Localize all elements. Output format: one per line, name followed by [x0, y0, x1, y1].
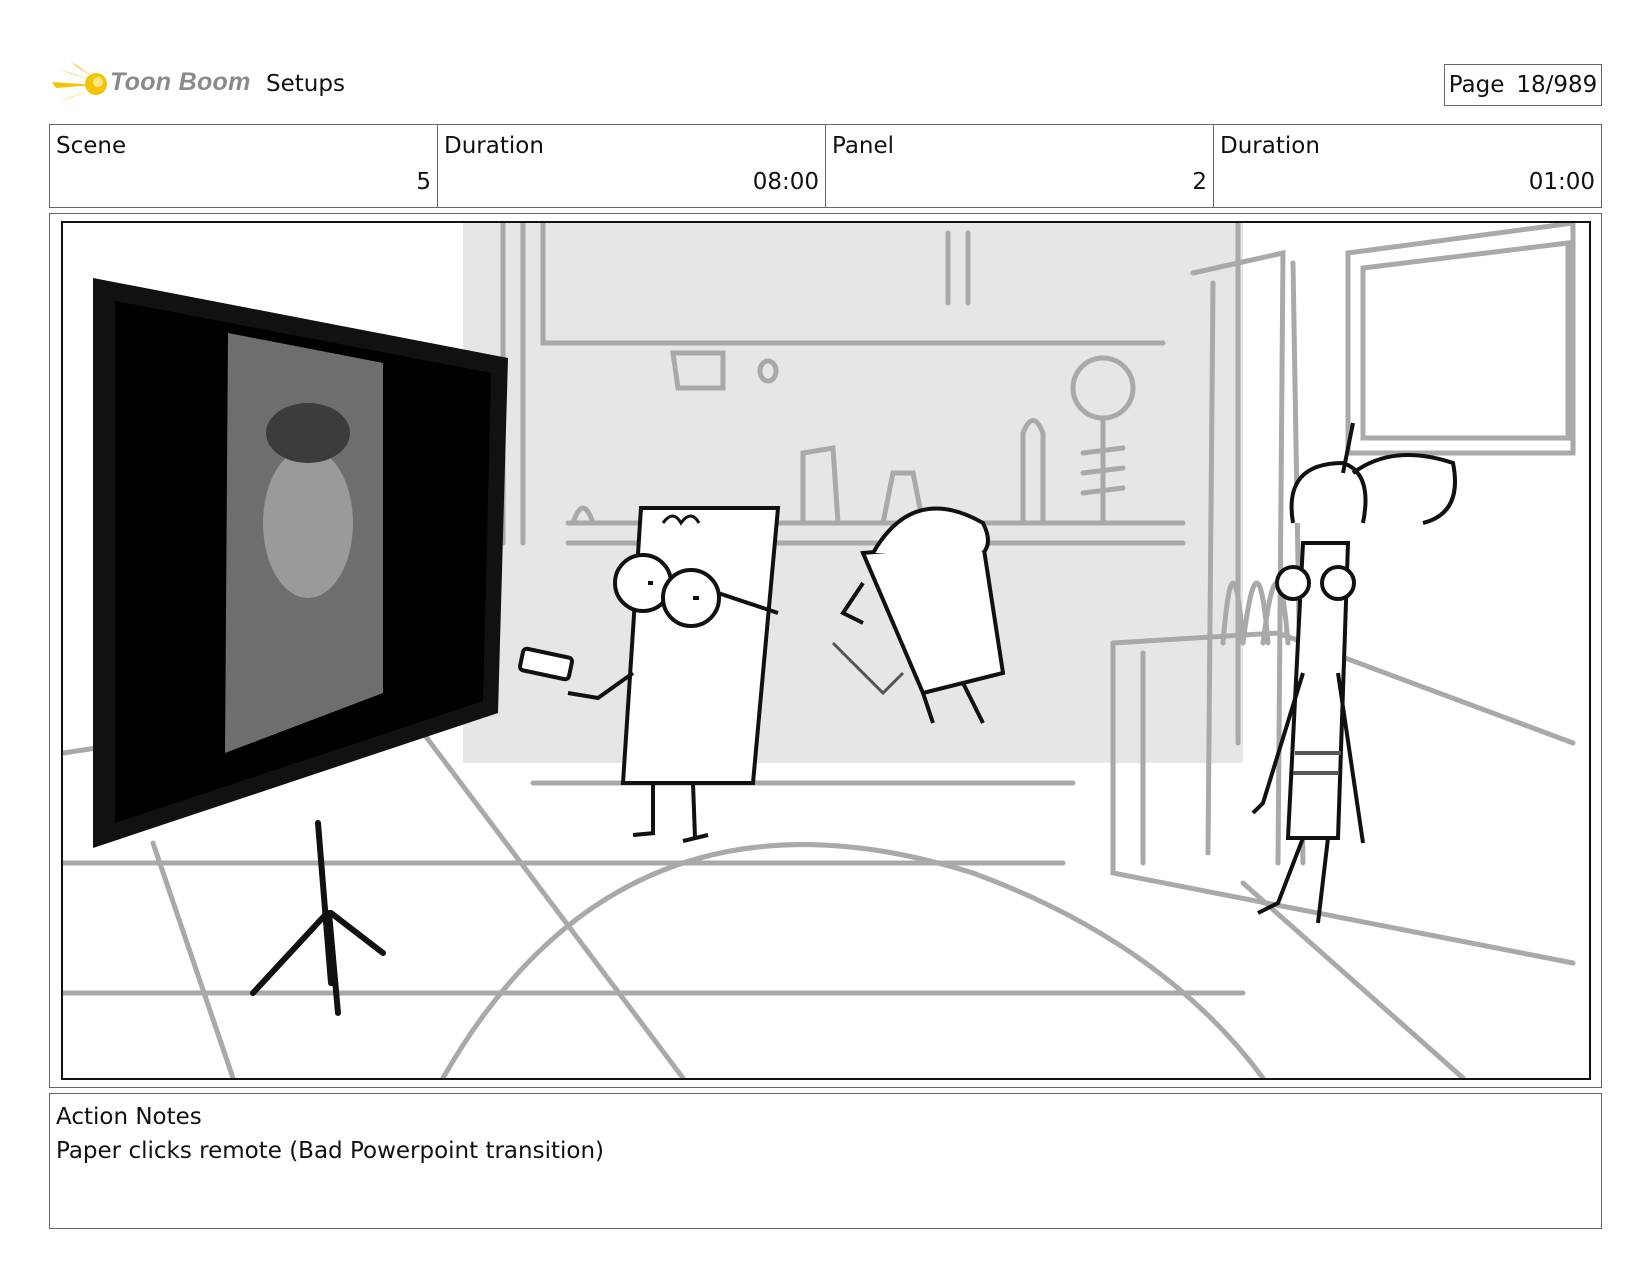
action-notes-text: Paper clicks remote (Bad Powerpoint tran…	[56, 1138, 605, 1164]
tv-stand	[250, 820, 386, 1016]
scene-cell: Scene 5	[50, 125, 438, 207]
panel-duration-cell: Duration 01:00	[1214, 125, 1601, 207]
panel-duration-label: Duration	[1220, 133, 1320, 159]
scene-duration-cell: Duration 08:00	[438, 125, 826, 207]
scene-duration-label: Duration	[444, 133, 544, 159]
scene-info-table: Scene 5 Duration 08:00 Panel 2 Duration …	[49, 124, 1602, 208]
action-notes-box: Action Notes Paper clicks remote (Bad Po…	[49, 1093, 1602, 1229]
panel-duration-value: 01:00	[1528, 169, 1595, 195]
document-title: Setups	[266, 71, 345, 97]
logo-spark-icon	[52, 62, 107, 102]
storyboard-panel	[61, 221, 1591, 1080]
logo-text: Toon Boom	[110, 68, 251, 96]
storyboard-sketch	[63, 223, 1576, 1078]
scene-label: Scene	[56, 133, 127, 159]
panel-label: Panel	[832, 133, 895, 159]
scene-value: 5	[416, 169, 431, 195]
back-wall	[463, 223, 1243, 763]
page-label: Page	[1448, 72, 1505, 98]
scene-duration-value: 08:00	[752, 169, 819, 195]
panel-cell: Panel 2	[826, 125, 1214, 207]
panel-value: 2	[1192, 169, 1207, 195]
page-number: 18/989	[1516, 72, 1598, 98]
page-indicator: Page 18/989	[1444, 64, 1602, 106]
action-notes-label: Action Notes	[56, 1104, 202, 1130]
